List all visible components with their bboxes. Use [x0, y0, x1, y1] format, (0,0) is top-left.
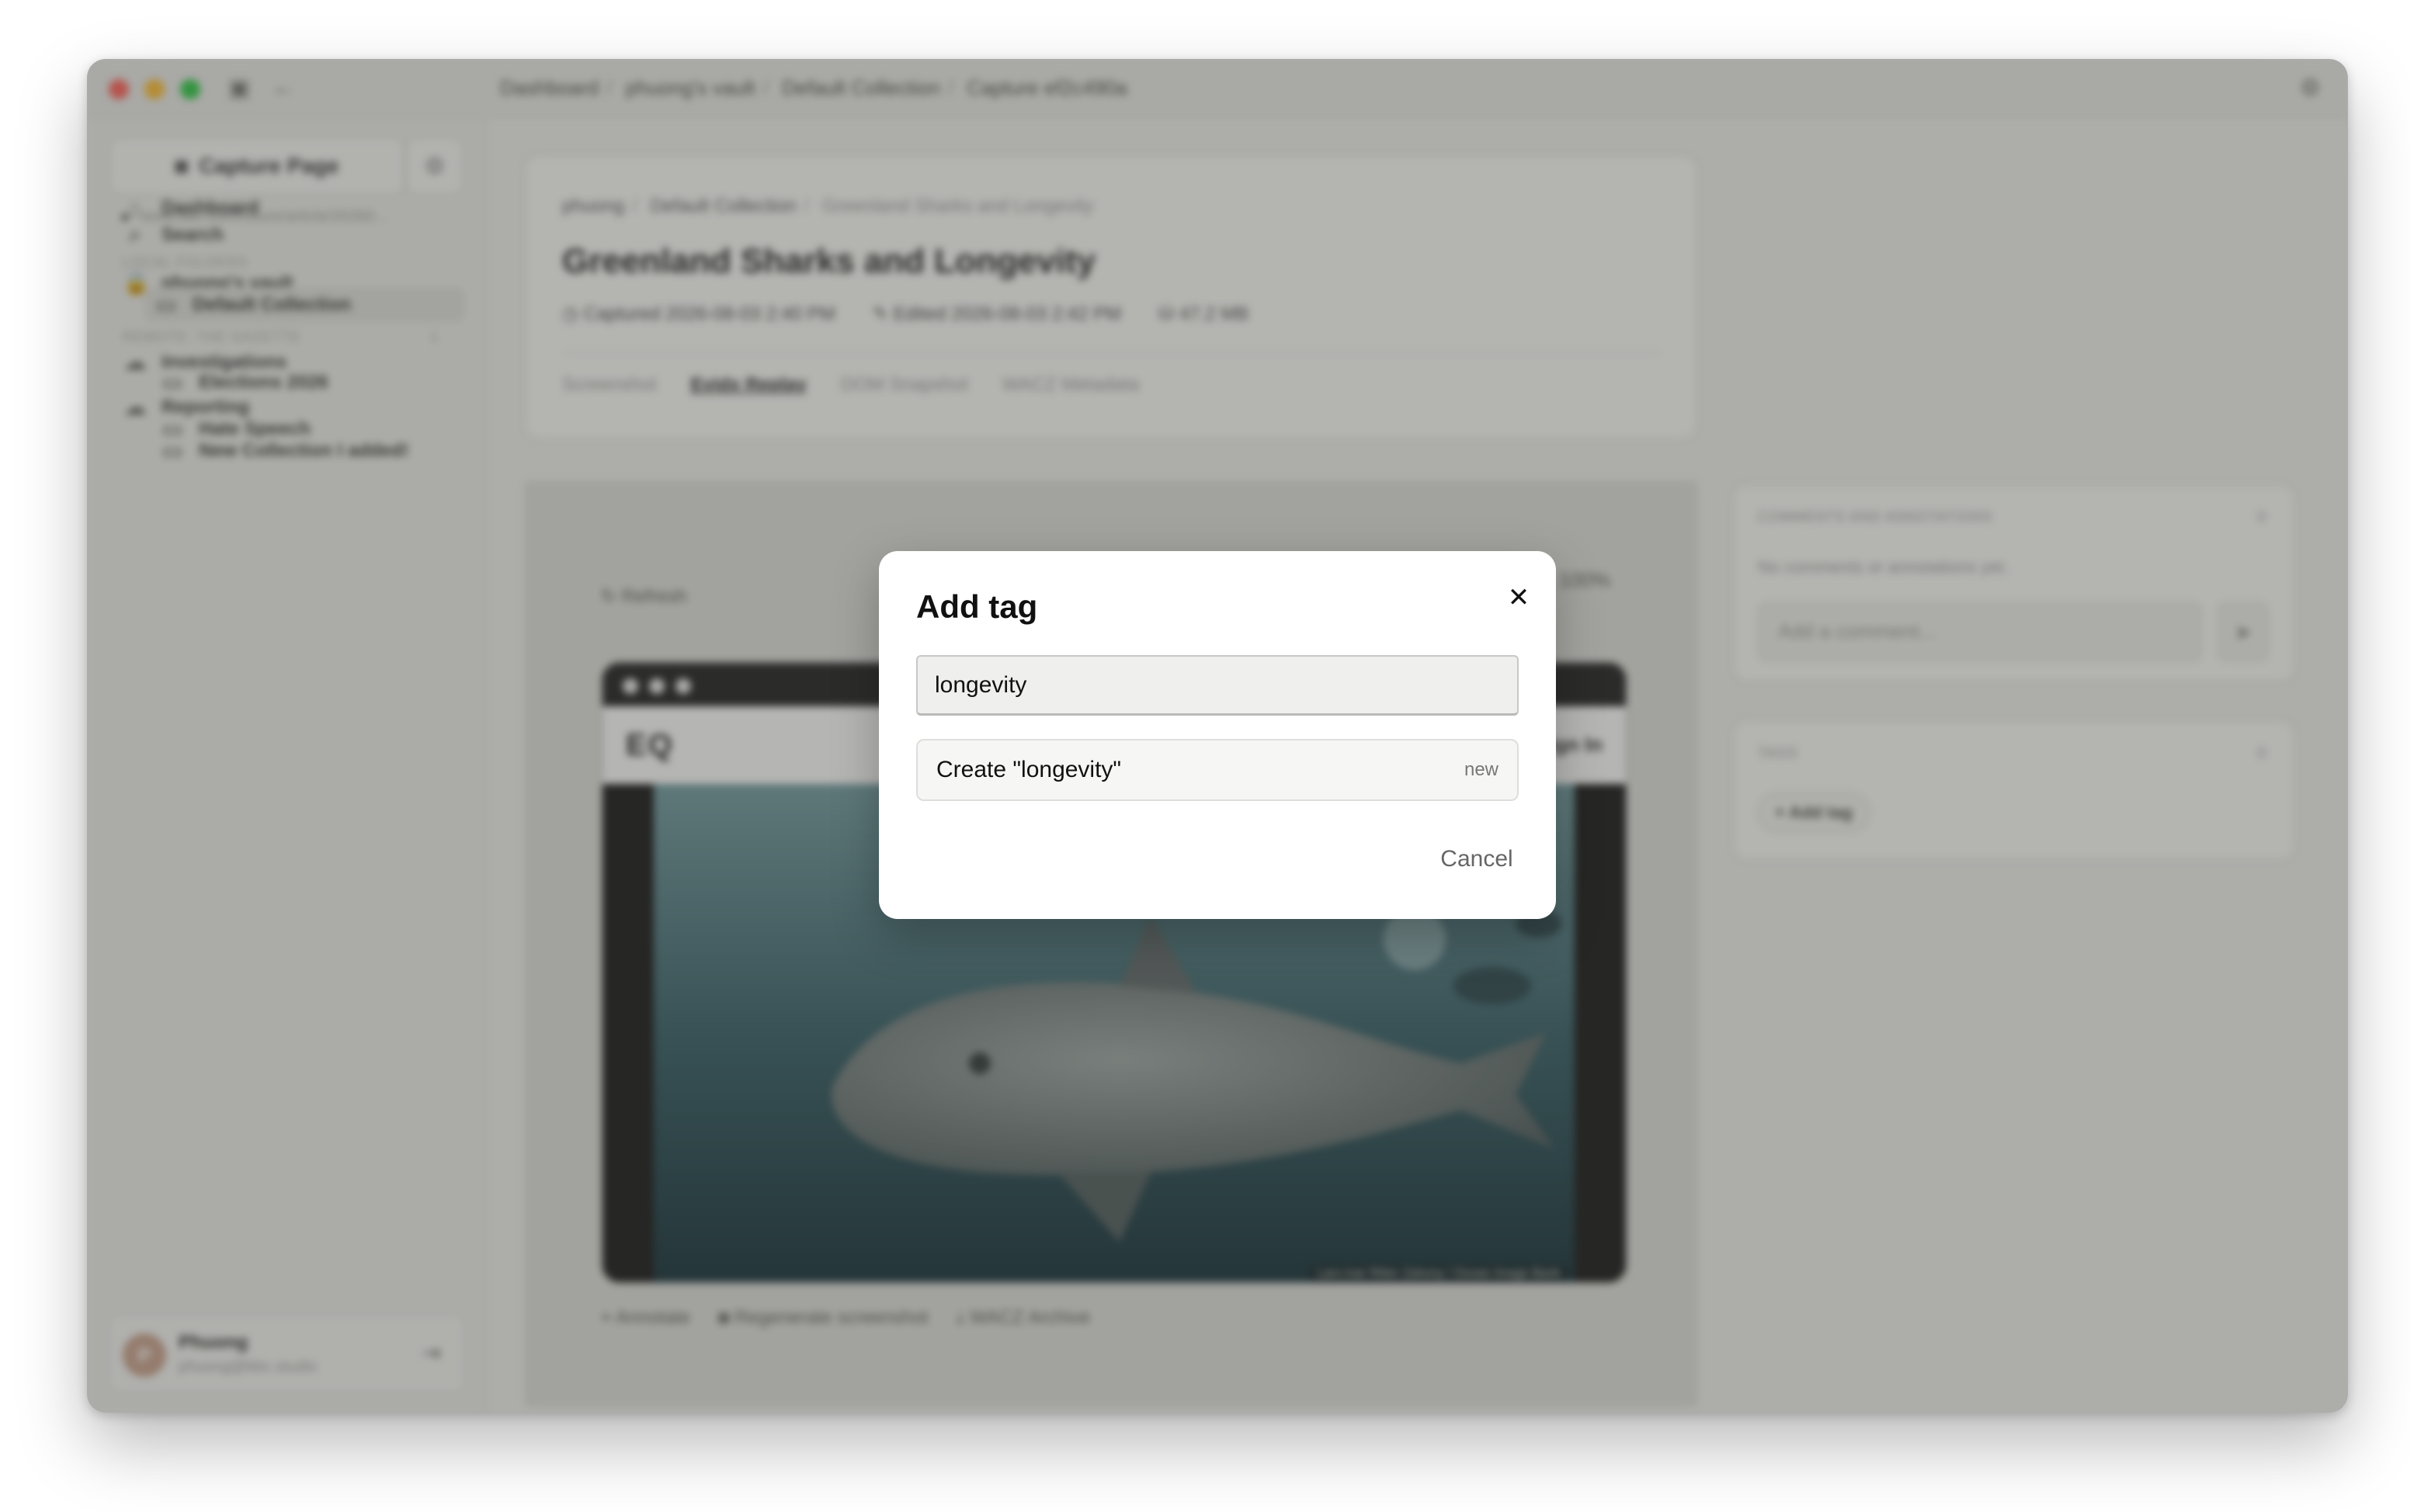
- create-tag-label: Create "longevity": [936, 757, 1122, 782]
- new-badge: new: [1464, 759, 1498, 780]
- add-tag-dialog: Add tag ✕ Create "longevity" new Cancel: [879, 551, 1556, 919]
- close-button[interactable]: ✕: [1497, 576, 1540, 619]
- create-tag-option[interactable]: Create "longevity" new: [916, 739, 1519, 801]
- cancel-button[interactable]: Cancel: [1428, 840, 1525, 879]
- tag-name-input[interactable]: [916, 655, 1519, 716]
- dialog-title: Add tag: [916, 588, 1038, 625]
- close-icon: ✕: [1507, 583, 1530, 612]
